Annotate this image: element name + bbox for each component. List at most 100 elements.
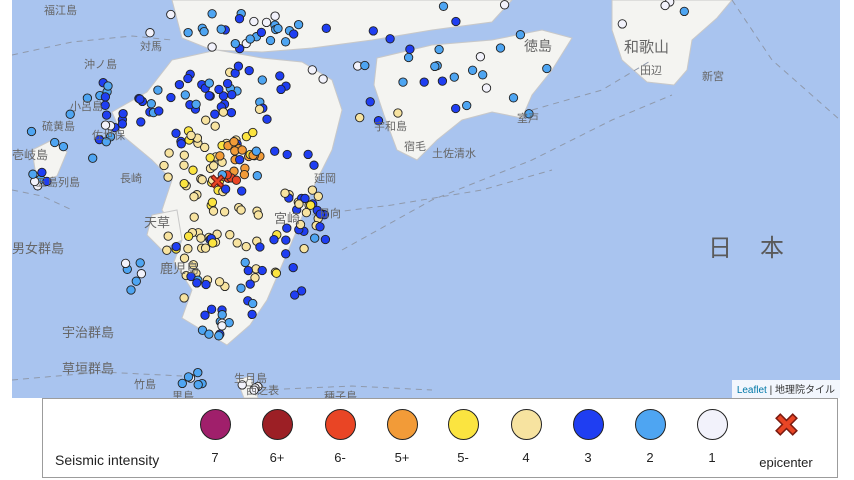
intensity-marker[interactable]: [310, 233, 320, 243]
intensity-marker[interactable]: [219, 207, 230, 217]
intensity-marker[interactable]: [208, 238, 218, 248]
intensity-marker[interactable]: [309, 160, 319, 170]
intensity-marker[interactable]: [313, 191, 323, 201]
intensity-marker[interactable]: [467, 65, 478, 75]
intensity-marker[interactable]: [248, 298, 258, 309]
intensity-marker[interactable]: [159, 160, 169, 171]
intensity-marker[interactable]: [210, 109, 220, 119]
intensity-marker[interactable]: [166, 9, 176, 20]
intensity-marker[interactable]: [204, 91, 214, 101]
intensity-marker[interactable]: [241, 241, 251, 252]
intensity-marker[interactable]: [237, 145, 247, 155]
intensity-marker[interactable]: [154, 106, 164, 116]
intensity-marker[interactable]: [50, 137, 60, 148]
intensity-marker[interactable]: [245, 34, 255, 44]
intensity-marker[interactable]: [257, 75, 267, 85]
intensity-marker[interactable]: [118, 108, 128, 119]
intensity-marker[interactable]: [475, 52, 486, 62]
intensity-marker[interactable]: [300, 193, 310, 204]
intensity-marker[interactable]: [462, 100, 472, 111]
intensity-marker[interactable]: [208, 206, 219, 216]
intensity-marker[interactable]: [365, 97, 375, 107]
intensity-marker[interactable]: [660, 0, 670, 11]
intensity-marker[interactable]: [405, 44, 415, 54]
intensity-marker[interactable]: [186, 130, 196, 141]
intensity-marker[interactable]: [449, 72, 459, 82]
intensity-marker[interactable]: [299, 243, 309, 254]
intensity-marker[interactable]: [103, 81, 113, 91]
intensity-marker[interactable]: [146, 99, 156, 109]
intensity-marker[interactable]: [261, 17, 272, 28]
intensity-marker[interactable]: [269, 235, 279, 245]
intensity-marker[interactable]: [478, 70, 488, 80]
intensity-marker[interactable]: [393, 108, 403, 118]
intensity-marker[interactable]: [153, 85, 163, 95]
intensity-marker[interactable]: [257, 265, 267, 276]
intensity-marker[interactable]: [171, 128, 181, 138]
intensity-marker[interactable]: [430, 61, 440, 72]
intensity-marker[interactable]: [197, 175, 207, 185]
intensity-marker[interactable]: [179, 160, 189, 170]
intensity-marker[interactable]: [225, 230, 235, 240]
intensity-marker[interactable]: [227, 90, 237, 100]
intensity-marker[interactable]: [183, 244, 193, 254]
intensity-marker[interactable]: [210, 121, 220, 131]
intensity-marker[interactable]: [214, 277, 225, 287]
intensity-marker[interactable]: [222, 78, 233, 89]
intensity-marker[interactable]: [288, 262, 298, 273]
intensity-marker[interactable]: [200, 310, 210, 320]
intensity-marker[interactable]: [236, 205, 246, 215]
intensity-marker[interactable]: [281, 249, 291, 259]
intensity-marker[interactable]: [360, 60, 370, 71]
intensity-marker[interactable]: [229, 137, 239, 147]
intensity-marker[interactable]: [101, 110, 112, 120]
intensity-marker[interactable]: [58, 141, 69, 152]
intensity-marker[interactable]: [244, 65, 254, 76]
intensity-marker[interactable]: [508, 93, 519, 103]
intensity-marker[interactable]: [271, 268, 282, 278]
intensity-marker[interactable]: [164, 148, 174, 158]
intensity-marker[interactable]: [265, 35, 276, 46]
intensity-marker[interactable]: [204, 329, 214, 339]
intensity-marker[interactable]: [163, 172, 173, 182]
intensity-marker[interactable]: [270, 11, 280, 21]
intensity-marker[interactable]: [240, 257, 250, 268]
intensity-marker[interactable]: [315, 222, 325, 232]
intensity-marker[interactable]: [398, 77, 408, 87]
intensity-marker[interactable]: [232, 238, 242, 248]
intensity-marker[interactable]: [183, 73, 193, 84]
intensity-marker[interactable]: [248, 127, 258, 138]
intensity-marker[interactable]: [254, 104, 265, 114]
intensity-marker[interactable]: [136, 269, 147, 279]
intensity-marker[interactable]: [206, 304, 217, 314]
intensity-marker[interactable]: [245, 279, 255, 289]
intensity-marker[interactable]: [249, 16, 259, 27]
intensity-marker[interactable]: [189, 192, 199, 202]
intensity-marker[interactable]: [200, 142, 210, 153]
intensity-marker[interactable]: [321, 23, 331, 33]
intensity-marker[interactable]: [262, 114, 272, 124]
leaflet-link[interactable]: Leaflet: [737, 385, 767, 396]
intensity-marker[interactable]: [230, 38, 240, 49]
intensity-marker[interactable]: [280, 188, 290, 198]
intensity-marker[interactable]: [135, 258, 145, 268]
intensity-marker[interactable]: [180, 90, 190, 100]
intensity-marker[interactable]: [273, 23, 283, 34]
intensity-marker[interactable]: [199, 26, 209, 37]
intensity-marker[interactable]: [217, 321, 227, 331]
intensity-marker[interactable]: [204, 78, 214, 88]
intensity-marker[interactable]: [679, 6, 689, 17]
intensity-marker[interactable]: [307, 65, 317, 75]
intensity-marker[interactable]: [176, 139, 186, 149]
intensity-marker[interactable]: [617, 19, 627, 29]
intensity-marker[interactable]: [293, 19, 304, 30]
intensity-marker[interactable]: [226, 107, 237, 118]
intensity-marker[interactable]: [193, 367, 203, 378]
intensity-marker[interactable]: [179, 293, 189, 303]
intensity-marker[interactable]: [191, 99, 201, 109]
intensity-marker[interactable]: [215, 151, 225, 161]
intensity-marker[interactable]: [209, 161, 219, 171]
intensity-marker[interactable]: [251, 146, 261, 156]
intensity-marker[interactable]: [177, 378, 187, 389]
intensity-marker[interactable]: [451, 16, 461, 27]
